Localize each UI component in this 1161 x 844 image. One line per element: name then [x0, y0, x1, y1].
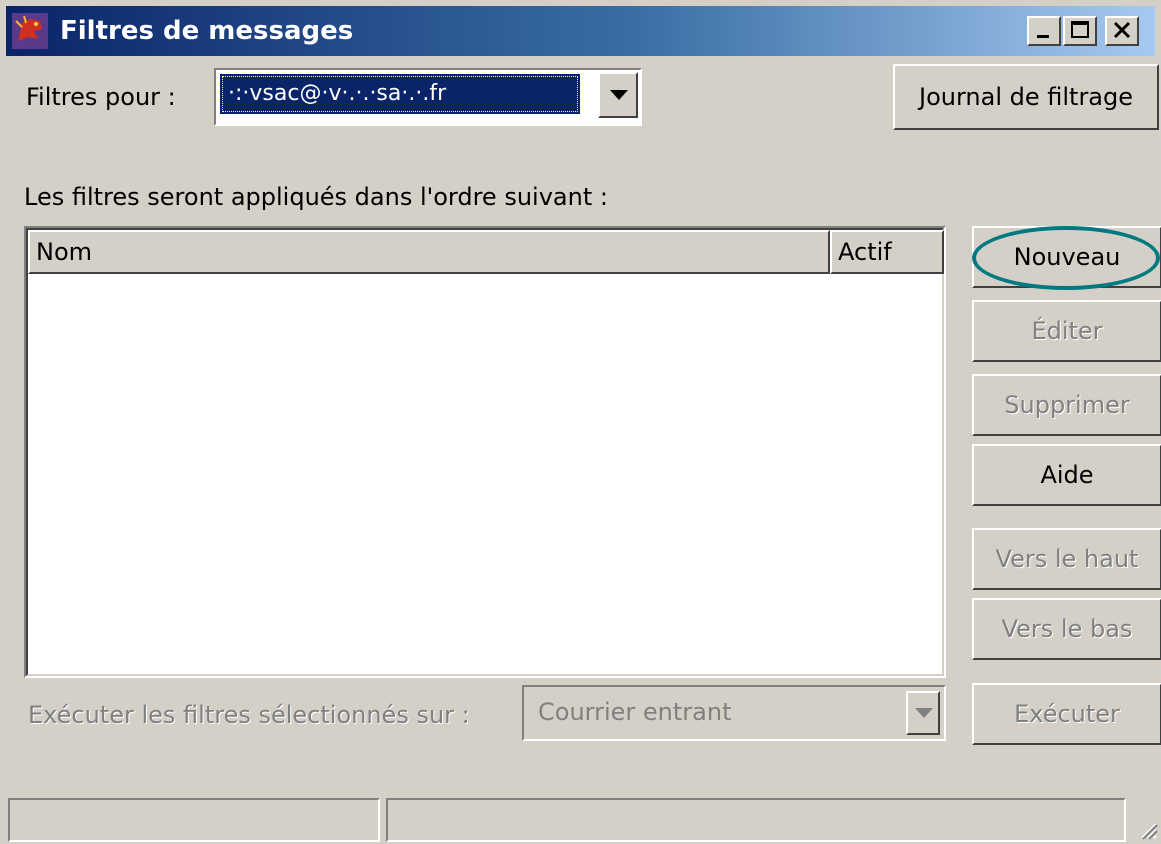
folder-dropdown-button[interactable]	[906, 691, 940, 735]
run-filters-label: Exécuter les filtres sélectionnés sur :	[28, 701, 470, 729]
new-filter-button[interactable]: Nouveau	[972, 226, 1161, 288]
help-button[interactable]: Aide	[972, 444, 1161, 506]
minimize-icon	[1037, 35, 1049, 38]
resize-grip-icon[interactable]	[1136, 818, 1158, 840]
chevron-down-icon	[915, 708, 933, 718]
move-down-button[interactable]: Vers le bas	[972, 598, 1161, 660]
column-header-name[interactable]: Nom	[28, 230, 830, 274]
account-select[interactable]: ·:·vsac@·v·.·.·sa·.·.fr	[214, 68, 642, 126]
maximize-button[interactable]	[1063, 16, 1097, 46]
window-title: Filtres de messages	[60, 16, 354, 46]
move-up-button[interactable]: Vers le haut	[972, 528, 1161, 590]
account-dropdown-button[interactable]	[598, 72, 638, 118]
close-button[interactable]	[1105, 16, 1139, 46]
maximize-icon	[1071, 21, 1089, 38]
filter-log-button[interactable]: Journal de filtrage	[893, 64, 1159, 130]
close-icon	[1113, 21, 1131, 39]
folder-select[interactable]: Courrier entrant	[522, 685, 946, 741]
dragon-icon	[12, 13, 48, 49]
chevron-down-icon	[610, 90, 628, 100]
filter-list[interactable]: Nom Actif	[24, 226, 946, 678]
filter-dialog: Filtres de messages Filtres pour : ·:·vs…	[0, 0, 1161, 844]
minimize-button[interactable]	[1027, 16, 1061, 46]
title-bar[interactable]: Filtres de messages	[6, 6, 1155, 56]
folder-value: Courrier entrant	[538, 698, 732, 726]
column-header-active[interactable]: Actif	[830, 230, 944, 274]
status-pane-left	[8, 798, 380, 842]
run-button[interactable]: Exécuter	[972, 683, 1161, 745]
status-pane-right	[386, 798, 1126, 842]
edit-filter-button[interactable]: Éditer	[972, 300, 1161, 362]
filters-for-label: Filtres pour :	[26, 83, 176, 111]
account-value: ·:·vsac@·v·.·.·sa·.·.fr	[220, 74, 580, 114]
list-heading: Les filtres seront appliqués dans l'ordr…	[24, 183, 608, 211]
delete-filter-button[interactable]: Supprimer	[972, 374, 1161, 436]
